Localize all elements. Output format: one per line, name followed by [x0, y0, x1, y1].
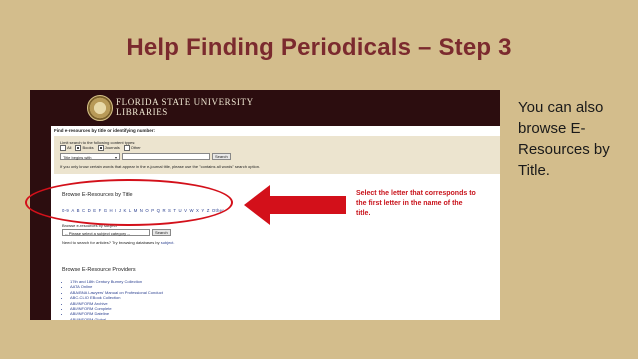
slide-title: Help Finding Periodicals – Step 3 — [126, 34, 512, 61]
search-mode-select[interactable]: Title begins with ▾ — [60, 153, 120, 160]
library-banner: FLORIDA STATE UNIVERSITY LIBRARIES — [30, 90, 500, 126]
find-heading: Find e-resources by title or identifying… — [54, 128, 156, 133]
search-button[interactable]: Search — [212, 153, 231, 160]
subject-search-button[interactable]: Search — [152, 229, 171, 236]
provider-item[interactable]: ABI/INFORM Global — [70, 317, 163, 320]
library-name[interactable]: FLORIDA STATE UNIVERSITY LIBRARIES — [116, 97, 254, 117]
subject-select[interactable]: -- Please select a subject category -- — [62, 229, 150, 236]
checkbox-journals — [97, 145, 104, 151]
checkbox-all — [60, 145, 66, 151]
library-name-line1: FLORIDA STATE UNIVERSITY — [116, 97, 254, 107]
articles-hint: Need to search for articles? Try browsin… — [62, 240, 175, 245]
type-books[interactable]: Books — [75, 145, 94, 151]
search-mode-value: Title begins with — [63, 155, 92, 160]
library-name-line2: LIBRARIES — [116, 107, 168, 117]
title-search-input[interactable] — [122, 153, 210, 160]
search-panel: Limit search to the following content ty… — [54, 136, 500, 174]
provider-list: 17th and 18th Century Burney CollectionA… — [65, 279, 163, 320]
content-type-options: All Books Journals Other — [60, 145, 141, 151]
type-all[interactable]: All — [60, 145, 71, 151]
type-journals[interactable]: Journals — [97, 145, 120, 151]
red-arrow-icon — [244, 185, 346, 225]
annotation-callout: Select the letter that corresponds to th… — [356, 190, 476, 217]
articles-text: Need to search for articles? Try browsin… — [62, 240, 160, 245]
type-other[interactable]: Other — [123, 145, 141, 151]
side-note: You can also browse E-Resources by Title… — [518, 99, 610, 179]
checkbox-other — [123, 145, 130, 151]
search-hint: If you only know certain words that appe… — [60, 164, 261, 169]
checkbox-books — [75, 145, 82, 151]
university-seal-icon — [87, 95, 113, 121]
chevron-down-icon: ▾ — [114, 155, 117, 160]
providers-title: Browse E-Resource Providers — [62, 267, 136, 273]
subject-link[interactable]: subject. — [161, 240, 175, 245]
highlight-oval — [25, 179, 233, 226]
